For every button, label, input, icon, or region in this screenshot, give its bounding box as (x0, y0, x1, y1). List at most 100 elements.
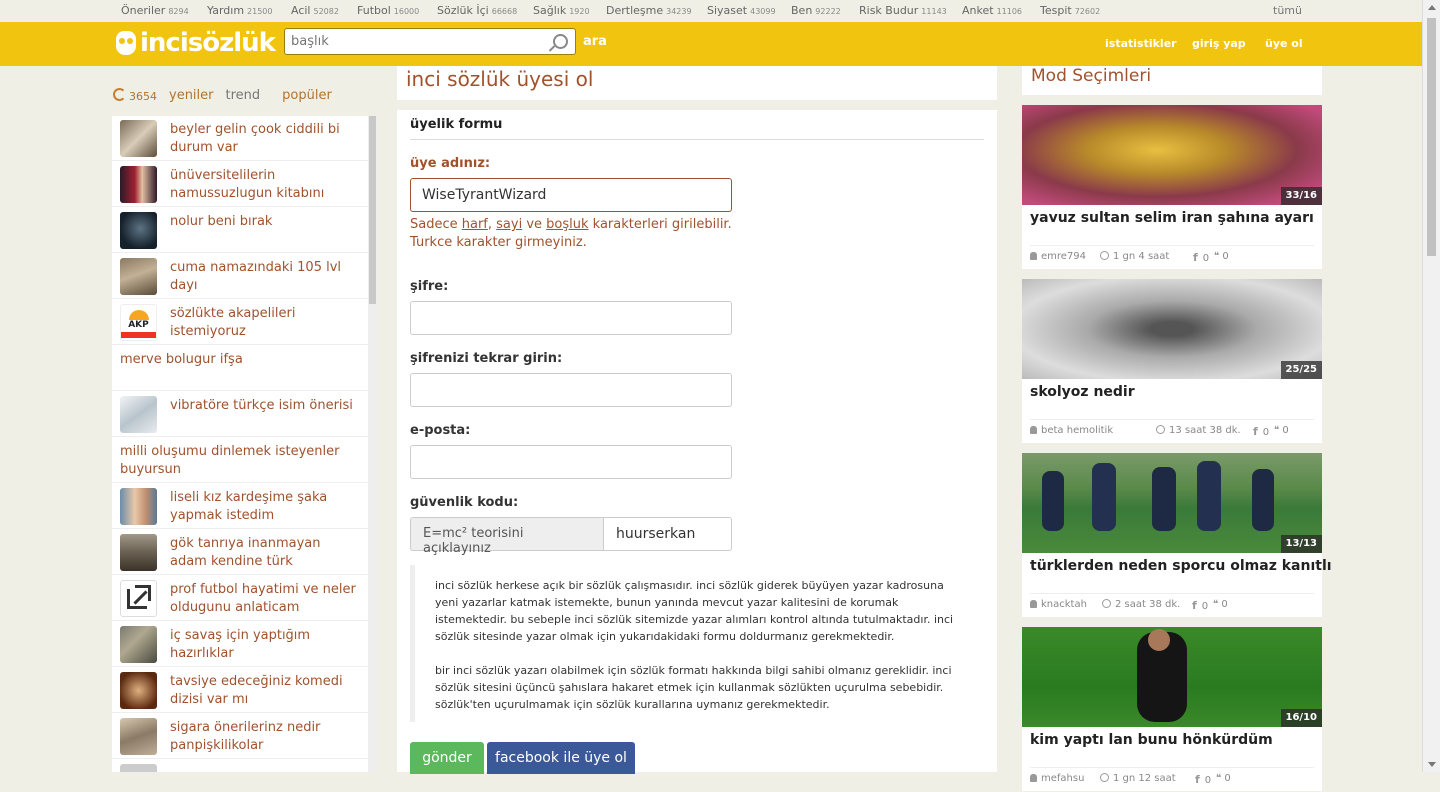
category-link[interactable]: Acil 52082 (291, 4, 339, 17)
scrollbar-thumb[interactable] (1427, 18, 1436, 256)
topic-thumbnail (120, 120, 157, 157)
facebook-share-count[interactable]: 0 (1192, 599, 1208, 612)
author-link[interactable]: mefahsu (1030, 773, 1084, 784)
statistics-link[interactable]: istatistikler (1105, 37, 1177, 50)
search-button[interactable]: ara (583, 34, 607, 49)
list-item[interactable]: vibratöre türkçe isim önerisi (112, 392, 368, 437)
password-repeat-field[interactable] (410, 373, 732, 407)
topic-thumbnail (120, 672, 157, 709)
card-title: kim yaptı lan bunu hönkürdüm (1030, 732, 1273, 748)
hint-link-harf[interactable]: harf (462, 217, 488, 232)
akp-logo-thumbnail: AKP (120, 304, 157, 341)
page-scrollbar[interactable] (1422, 0, 1440, 772)
category-link[interactable]: Ben 92222 (791, 4, 841, 17)
category-link[interactable]: Anket 11106 (962, 4, 1022, 17)
captcha-answer-field[interactable]: huurserkan (603, 517, 732, 551)
mod-picks-title: Mod Seçimleri (1031, 66, 1152, 86)
page-title-box: inci sözlük üyesi ol (397, 66, 997, 100)
topic-thumbnail (120, 396, 157, 433)
author-link[interactable]: knacktah (1030, 599, 1087, 610)
submit-button[interactable]: gönder (410, 742, 484, 774)
category-nav: Öneriler 8294 Yardım 21500 Acil 52082 Futbo… (0, 0, 1422, 22)
logo-text: incisözlük (140, 28, 276, 58)
mod-pick-card[interactable]: 33/16 yavuz sultan selim iran şahına aya… (1022, 105, 1322, 269)
author-link[interactable]: emre794 (1030, 251, 1086, 262)
tab-trend[interactable]: trend (226, 88, 261, 103)
category-link[interactable]: Tespit 72602 (1040, 4, 1100, 17)
list-item[interactable]: merve bolugur ifşa (112, 346, 368, 391)
password-field[interactable] (410, 301, 732, 335)
search-input[interactable] (285, 29, 552, 54)
category-link[interactable]: Dertleşme 34239 (606, 4, 692, 17)
category-link[interactable]: Yardım 21500 (207, 4, 272, 17)
list-item[interactable]: iç savaş için yaptığım hazırlıklar (112, 622, 368, 667)
topic-list-scrollbar[interactable] (368, 116, 377, 772)
facebook-share-count[interactable]: 0 (1195, 773, 1211, 786)
category-link[interactable]: Sözlük İçi 66668 (437, 4, 517, 17)
twitter-share-count[interactable]: 0 (1274, 425, 1288, 436)
list-item[interactable]: tavsiye edeceğiniz komedi dizisi var mı (112, 668, 368, 713)
topic-list: beyler gelin çook ciddili bi durum var ü… (112, 116, 368, 772)
scroll-down-arrow[interactable] (1428, 762, 1436, 767)
tab-yeniler[interactable]: yeniler (169, 88, 214, 103)
refresh-icon (113, 88, 126, 101)
all-categories-link[interactable]: tümü (1273, 4, 1302, 17)
mod-pick-card[interactable]: 25/25 skolyoz nedir beta hemolitik 13 sa… (1022, 279, 1322, 443)
password-label: şifre: (410, 279, 449, 294)
hint-link-bosluk[interactable]: boşluk (546, 217, 588, 232)
scrollbar-thumb[interactable] (369, 116, 376, 304)
username-field[interactable]: WiseTyrantWizard (410, 178, 732, 212)
topic-thumbnail (120, 626, 157, 663)
scroll-up-arrow[interactable] (1428, 5, 1436, 10)
username-hint: Sadece harf, sayi ve boşluk karakterleri… (410, 217, 732, 250)
category-link[interactable]: Siyaset 43099 (707, 4, 776, 17)
info-paragraph: bir inci sözlük yazarı olabilmek için sö… (435, 664, 952, 711)
tab-populer[interactable]: popüler (282, 88, 332, 103)
list-item[interactable]: liseli kız kardeşime şaka yapmak istedim (112, 484, 368, 529)
topic-thumbnail (120, 534, 157, 571)
list-item[interactable] (112, 760, 368, 772)
mod-pick-card[interactable]: 13/13 türklerden neden sporcu olmaz kanı… (1022, 453, 1332, 617)
list-item[interactable]: milli oluşumu dinlemek isteyenler buyurs… (112, 438, 368, 483)
facebook-share-count[interactable]: 0 (1253, 425, 1269, 438)
list-item[interactable]: gök tanrıya inanmayan adam kendine türk (112, 530, 368, 575)
topic-thumbnail (120, 718, 157, 755)
hint-link-sayi[interactable]: sayi (496, 217, 522, 232)
twitter-share-count[interactable]: 0 (1216, 773, 1230, 784)
topic-thumbnail (120, 764, 157, 772)
site-logo[interactable]: incisözlük (116, 28, 276, 58)
card-image (1022, 279, 1322, 379)
registration-form: üyelik formu üye adınız: WiseTyrantWizar… (397, 110, 997, 774)
list-item[interactable]: beyler gelin çook ciddili bi durum var (112, 116, 368, 161)
category-link[interactable]: Öneriler 8294 (121, 4, 189, 17)
login-link[interactable]: giriş yap (1192, 37, 1246, 50)
list-item[interactable]: AKP sözlükte akapelileri istemiyoruz (112, 300, 368, 345)
captcha-label: güvenlik kodu: (410, 495, 519, 510)
search-box (284, 28, 576, 55)
refresh-count[interactable]: 3654 (113, 88, 157, 103)
category-link[interactable]: Sağlık 1920 (533, 4, 590, 17)
category-link[interactable]: Futbol 16000 (357, 4, 419, 17)
list-item[interactable]: ünüversitelilerin namussuzlugun kitabını (112, 162, 368, 207)
form-header: üyelik formu (410, 117, 984, 140)
twitter-share-count[interactable]: 0 (1214, 251, 1228, 262)
card-title: yavuz sultan selim iran şahına ayarı (1030, 210, 1314, 226)
twitter-share-count[interactable]: 0 (1213, 599, 1227, 610)
mod-pick-card[interactable]: 16/10 kim yaptı lan bunu hönkürdüm mefah… (1022, 627, 1322, 791)
register-link[interactable]: üye ol (1265, 37, 1303, 50)
page-title: inci sözlük üyesi ol (406, 67, 594, 91)
search-icon[interactable] (553, 34, 568, 49)
facebook-share-count[interactable]: 0 (1193, 251, 1209, 264)
external-link-icon (120, 580, 157, 617)
list-item[interactable]: cuma namazındaki 105 lvl dayı (112, 254, 368, 299)
time-text: 2 saat 38 dk. (1102, 599, 1180, 610)
list-item[interactable]: prof futbol hayatimi ve neler oldugunu a… (112, 576, 368, 621)
list-item[interactable]: nolur beni bırak (112, 208, 368, 253)
facebook-register-button[interactable]: facebook ile üye ol (487, 742, 635, 774)
category-link[interactable]: Risk Budur 11143 (859, 4, 947, 17)
list-item[interactable]: sigara önerilerinz nedir panpişkilikolar (112, 714, 368, 759)
topic-thumbnail (120, 258, 157, 295)
card-meta: beta hemolitik 13 saat 38 dk. 0 0 (1030, 419, 1314, 444)
author-link[interactable]: beta hemolitik (1030, 425, 1113, 436)
email-field[interactable] (410, 445, 732, 479)
